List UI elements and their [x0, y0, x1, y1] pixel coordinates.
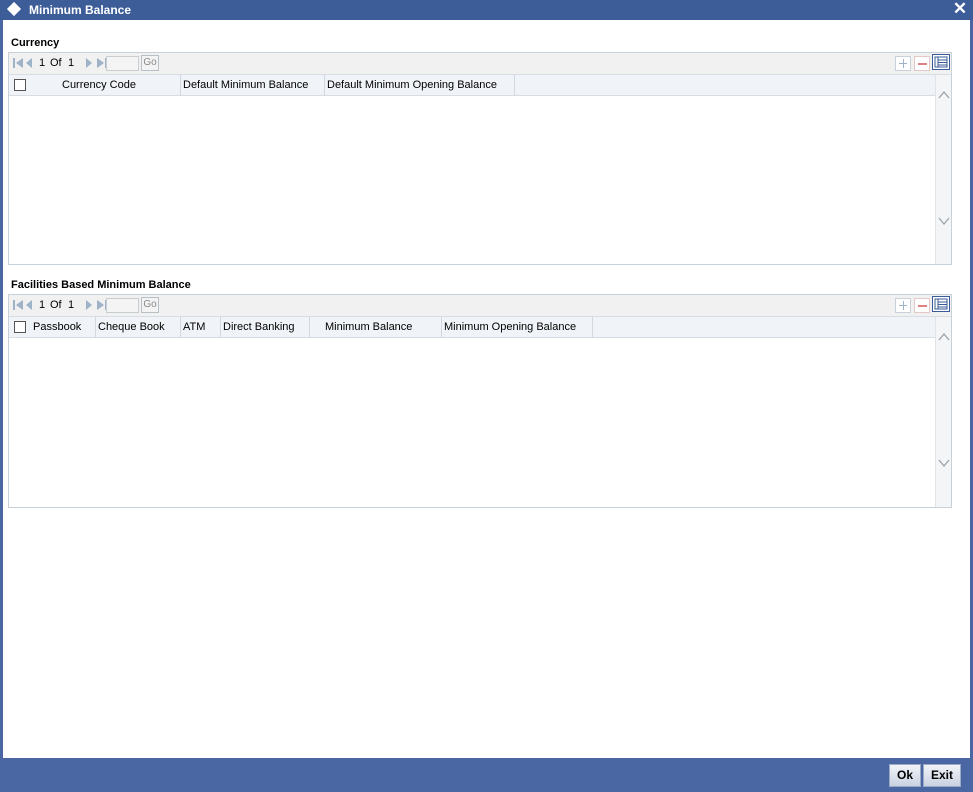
main-content: Currency 1 Of 1 Go Currency Code Default… — [3, 20, 970, 758]
single-record-view-icon[interactable] — [932, 296, 950, 312]
page-of-label: Of — [50, 299, 62, 311]
currency-grid-scrollbar[interactable] — [935, 75, 951, 264]
go-button[interactable]: Go — [141, 297, 159, 313]
facilities-grid-header: Passbook Cheque Book ATM Direct Banking … — [9, 317, 936, 338]
current-page-number: 1 — [39, 57, 46, 69]
delete-row-icon[interactable] — [914, 56, 930, 71]
currency-section-title: Currency — [11, 37, 60, 49]
exit-button[interactable]: Exit — [923, 764, 961, 787]
scroll-up-icon[interactable] — [938, 331, 950, 343]
app-diamond-icon — [6, 1, 22, 17]
single-record-view-icon[interactable] — [932, 54, 950, 70]
page-number-input[interactable] — [106, 56, 139, 71]
total-pages-number: 1 — [68, 57, 75, 69]
facilities-grid: 1 Of 1 Go Passbook Cheque Book ATM Direc… — [8, 294, 952, 508]
currency-grid: 1 Of 1 Go Currency Code Default Minimum … — [8, 52, 952, 265]
column-minimum-balance[interactable]: Minimum Balance — [310, 317, 442, 338]
column-default-minimum-balance[interactable]: Default Minimum Balance — [181, 75, 325, 96]
column-currency-code[interactable]: Currency Code — [31, 75, 181, 96]
next-page-icon[interactable] — [82, 57, 96, 69]
column-passbook[interactable]: Passbook — [31, 317, 96, 338]
current-page-number: 1 — [39, 299, 46, 311]
previous-page-icon[interactable] — [23, 299, 37, 311]
column-cheque-book[interactable]: Cheque Book — [96, 317, 181, 338]
scroll-down-icon[interactable] — [938, 457, 950, 469]
currency-grid-toolbar: 1 Of 1 Go — [9, 53, 951, 75]
delete-row-icon[interactable] — [914, 298, 930, 313]
add-row-icon[interactable] — [895, 56, 911, 71]
ok-button[interactable]: Ok — [889, 764, 921, 787]
column-minimum-opening-balance[interactable]: Minimum Opening Balance — [442, 317, 593, 338]
column-direct-banking[interactable]: Direct Banking — [221, 317, 310, 338]
select-all-checkbox[interactable] — [14, 79, 26, 91]
window-title: Minimum Balance — [29, 3, 132, 17]
title-bar: Minimum Balance ✕ — [0, 0, 973, 20]
facilities-grid-scrollbar[interactable] — [935, 317, 951, 507]
go-button[interactable]: Go — [141, 55, 159, 71]
total-pages-number: 1 — [68, 299, 75, 311]
close-button[interactable]: ✕ — [950, 0, 970, 18]
previous-page-icon[interactable] — [23, 57, 37, 69]
currency-grid-header: Currency Code Default Minimum Balance De… — [9, 75, 936, 96]
next-page-icon[interactable] — [82, 299, 96, 311]
facilities-grid-toolbar: 1 Of 1 Go — [9, 295, 951, 317]
select-all-checkbox[interactable] — [14, 321, 26, 333]
column-default-minimum-opening-balance[interactable]: Default Minimum Opening Balance — [325, 75, 515, 96]
add-row-icon[interactable] — [895, 298, 911, 313]
column-atm[interactable]: ATM — [181, 317, 221, 338]
scroll-down-icon[interactable] — [938, 215, 950, 227]
page-number-input[interactable] — [106, 298, 139, 313]
page-of-label: Of — [50, 57, 62, 69]
dialog-footer: Ok Exit — [0, 758, 973, 792]
scroll-up-icon[interactable] — [938, 89, 950, 101]
facilities-section-title: Facilities Based Minimum Balance — [11, 279, 191, 291]
minimum-balance-window: Minimum Balance ✕ Currency 1 Of 1 Go Cur… — [0, 0, 973, 792]
